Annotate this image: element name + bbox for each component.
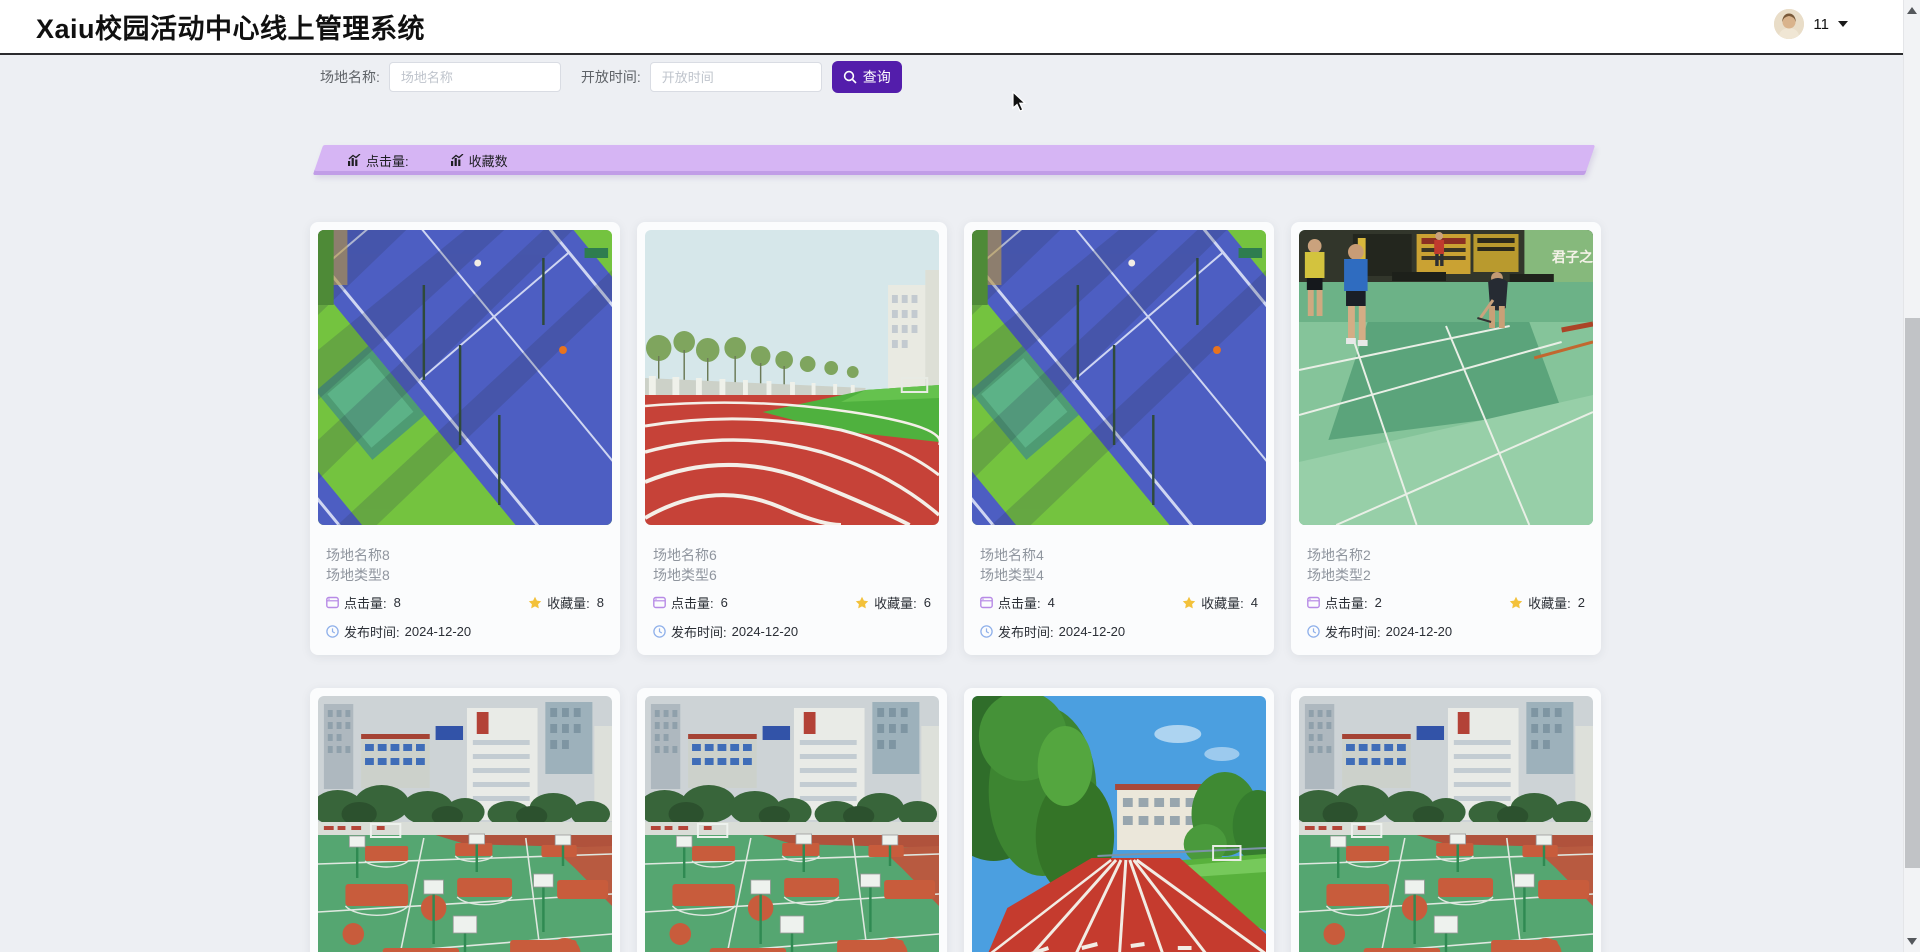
venue-image-tennis-courts-aerial[interactable] — [972, 230, 1266, 525]
favorites-label: 收藏量: — [1528, 596, 1571, 611]
clicks-stat: 点击量: 8 — [326, 593, 401, 612]
browser-window-icon — [980, 596, 993, 609]
publish-label: 发布时间: — [1325, 625, 1381, 640]
favorites-value: 4 — [1250, 595, 1258, 610]
venue-name-input[interactable] — [388, 62, 561, 92]
bar-chart-icon — [450, 154, 464, 166]
publish-row: 发布时间: 2024-12-20 — [653, 622, 931, 641]
publish-date: 2024-12-20 — [404, 624, 472, 639]
favorites-value: 2 — [1577, 595, 1585, 610]
venue-name: 场地名称6 — [653, 547, 717, 563]
venue-type: 场地类型2 — [1307, 567, 1371, 583]
venue-image-tennis-courts-aerial[interactable] — [318, 230, 612, 525]
venue-name: 场地名称8 — [326, 547, 390, 563]
venue-name-label: 场地名称: — [320, 69, 380, 85]
venue-name: 场地名称4 — [980, 547, 1044, 563]
venue-type: 场地类型6 — [653, 567, 717, 583]
venue-name: 场地名称2 — [1307, 547, 1371, 563]
clicks-value: 8 — [393, 595, 401, 610]
favorites-stat: 收藏量: 6 — [855, 593, 931, 612]
venue-card[interactable]: 场地名称2 场地类型2 点击量: 2 收藏量: 2 发布时间: 2024-12-… — [1291, 222, 1601, 655]
banner-clicks: 点击量: — [348, 151, 409, 170]
venue-image-badminton-hall[interactable] — [1299, 230, 1593, 525]
scroll-up-arrow-icon[interactable] — [1907, 7, 1917, 14]
bar-chart-icon — [348, 154, 361, 166]
venue-card[interactable] — [964, 688, 1274, 952]
avatar-image — [1774, 9, 1805, 39]
star-icon — [1509, 596, 1523, 608]
favorites-value: 6 — [923, 595, 931, 610]
banner-favorites-label: 收藏数 — [468, 153, 508, 169]
query-button[interactable]: 查询 — [831, 61, 902, 93]
publish-label: 发布时间: — [998, 625, 1054, 640]
venue-card[interactable] — [637, 688, 947, 952]
favorites-label: 收藏量: — [547, 596, 590, 611]
open-time-input[interactable] — [649, 62, 822, 92]
avatar[interactable] — [1774, 9, 1805, 39]
venue-card[interactable] — [310, 688, 620, 952]
user-menu[interactable]: 11 — [1774, 9, 1848, 39]
page-title: Xaiu校园活动中心线上管理系统 — [36, 14, 426, 44]
publish-label: 发布时间: — [671, 625, 727, 640]
clicks-label: 点击量: — [1325, 596, 1368, 611]
favorites-stat: 收藏量: 8 — [528, 593, 604, 612]
browser-window-icon — [326, 596, 339, 609]
stats-banner: 点击量: 收藏数 — [312, 145, 1596, 175]
chevron-down-icon[interactable] — [1838, 21, 1848, 27]
publish-row: 发布时间: 2024-12-20 — [980, 622, 1258, 641]
search-toolbar: 场地名称: 开放时间: 查询 — [0, 57, 1903, 97]
scroll-down-arrow-icon[interactable] — [1907, 938, 1917, 945]
favorites-label: 收藏量: — [874, 596, 917, 611]
search-icon — [843, 70, 857, 84]
clicks-stat: 点击量: 4 — [980, 593, 1055, 612]
venue-card[interactable]: 场地名称6 场地类型6 点击量: 6 收藏量: 6 发布时间: 2024-12-… — [637, 222, 947, 655]
venue-type: 场地类型4 — [980, 567, 1044, 583]
venue-image-basketball-courts[interactable] — [318, 696, 612, 952]
clicks-label: 点击量: — [344, 596, 387, 611]
browser-window-icon — [653, 596, 666, 609]
venue-image-basketball-courts[interactable] — [1299, 696, 1593, 952]
star-icon — [528, 596, 542, 608]
query-button-label: 查询 — [862, 69, 891, 85]
clock-icon — [653, 625, 666, 638]
clock-icon — [326, 625, 339, 638]
clicks-value: 6 — [720, 595, 728, 610]
clock-icon — [1307, 625, 1320, 638]
scrollbar-thumb[interactable] — [1905, 318, 1920, 868]
venue-card-grid: 场地名称8 场地类型8 点击量: 8 收藏量: 8 发布时间: 2024-12-… — [310, 222, 1602, 952]
publish-row: 发布时间: 2024-12-20 — [326, 622, 604, 641]
browser-window-icon — [1307, 596, 1320, 609]
clicks-value: 2 — [1374, 595, 1382, 610]
star-icon — [1182, 596, 1196, 608]
banner-favorites: 收藏数 — [450, 151, 508, 170]
clicks-label: 点击量: — [998, 596, 1041, 611]
banner-clicks-label: 点击量: — [366, 153, 409, 169]
clicks-label: 点击量: — [671, 596, 714, 611]
star-icon — [855, 596, 869, 608]
app-header: Xaiu校园活动中心线上管理系统 11 — [0, 0, 1903, 55]
publish-date: 2024-12-20 — [1385, 624, 1453, 639]
publish-date: 2024-12-20 — [1058, 624, 1126, 639]
publish-date: 2024-12-20 — [731, 624, 799, 639]
favorites-stat: 收藏量: 2 — [1509, 593, 1585, 612]
venue-image-running-track-curve[interactable] — [645, 230, 939, 525]
venue-image-running-track-straight[interactable] — [972, 696, 1266, 952]
venue-type: 场地类型8 — [326, 567, 390, 583]
clock-icon — [980, 625, 993, 638]
favorites-stat: 收藏量: 4 — [1182, 593, 1258, 612]
username[interactable]: 11 — [1813, 16, 1829, 33]
favorites-label: 收藏量: — [1201, 596, 1244, 611]
favorites-value: 8 — [596, 595, 604, 610]
clicks-value: 4 — [1047, 595, 1055, 610]
open-time-label: 开放时间: — [580, 69, 641, 85]
publish-label: 发布时间: — [344, 625, 400, 640]
vertical-scrollbar[interactable] — [1903, 0, 1920, 952]
venue-card[interactable] — [1291, 688, 1601, 952]
venue-card[interactable]: 场地名称4 场地类型4 点击量: 4 收藏量: 4 发布时间: 2024-12-… — [964, 222, 1274, 655]
venue-image-basketball-courts[interactable] — [645, 696, 939, 952]
clicks-stat: 点击量: 6 — [653, 593, 728, 612]
publish-row: 发布时间: 2024-12-20 — [1307, 622, 1585, 641]
venue-card[interactable]: 场地名称8 场地类型8 点击量: 8 收藏量: 8 发布时间: 2024-12-… — [310, 222, 620, 655]
clicks-stat: 点击量: 2 — [1307, 593, 1382, 612]
